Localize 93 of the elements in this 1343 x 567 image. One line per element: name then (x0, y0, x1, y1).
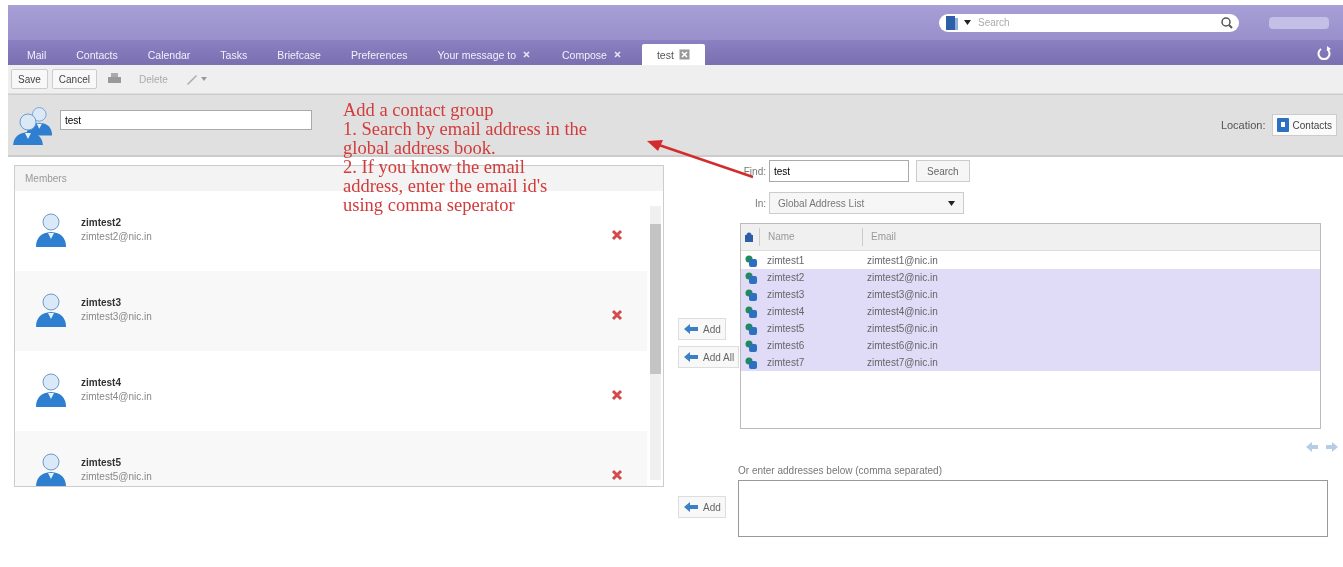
add-button[interactable]: Add (678, 318, 726, 340)
group-name-field[interactable]: test (60, 110, 312, 130)
remove-icon[interactable] (611, 309, 623, 321)
app-tab[interactable]: Mail (12, 44, 62, 65)
app-tab[interactable]: Calendar (132, 44, 206, 65)
app-tab[interactable]: Contacts (61, 44, 133, 65)
scrollbar-thumb[interactable] (650, 224, 661, 374)
table-cell-text: zimtest6 (766, 340, 806, 351)
table-cell-text: zimtest4@nic.in (866, 306, 938, 317)
person-icon (33, 371, 69, 407)
contact-icon (745, 305, 757, 318)
toolbar-button[interactable]: Save (11, 69, 48, 89)
app-tab[interactable]: Tasks (205, 44, 263, 65)
next-page-icon (1325, 441, 1339, 453)
table-cell-text: zimtest5 (766, 323, 806, 334)
scrollbar[interactable] (650, 206, 661, 480)
remove-icon[interactable] (611, 229, 623, 241)
person-icon (33, 211, 69, 247)
contact-type-icon (745, 232, 753, 242)
table-cell-text: zimtest4 (766, 306, 806, 317)
person-icon (33, 451, 69, 486)
people-icon (10, 105, 54, 145)
app-tab[interactable]: Preferences (335, 44, 423, 65)
table-cell-text: zimtest2 (766, 272, 806, 283)
result-row[interactable]: zimtest5 zimtest5@nic.in (741, 320, 1320, 337)
caret-icon (200, 77, 207, 81)
app-tab[interactable]: test (641, 44, 705, 65)
table-cell-text: zimtest6@nic.in (866, 340, 938, 351)
member-name: zimtest3 (81, 297, 122, 308)
toolbar-button[interactable]: Cancel (51, 69, 97, 89)
result-row[interactable]: zimtest2 zimtest2@nic.in (741, 269, 1320, 286)
table-cell-text: zimtest5@nic.in (866, 323, 938, 334)
result-row[interactable]: zimtest1 zimtest1@nic.in (741, 252, 1320, 269)
table-cell-text: zimtest1@nic.in (866, 255, 938, 266)
search-button[interactable]: Search (916, 160, 970, 182)
arrow-left-icon (683, 501, 699, 513)
member-name: zimtest4 (81, 377, 122, 388)
member-email: zimtest3@nic.in (81, 311, 153, 322)
annotation-step: 2. If you know the email address, enter the email id's using comma seperator (343, 158, 588, 215)
arrow-left-icon (683, 323, 699, 335)
printer-icon (107, 73, 121, 85)
remove-icon[interactable] (611, 389, 623, 401)
arrow-left-icon (683, 351, 699, 363)
contact-icon (745, 356, 757, 369)
annotation-title: Add a contact group (343, 101, 495, 120)
remove-icon[interactable] (611, 469, 623, 481)
table-cell-text: zimtest1 (766, 255, 806, 266)
caret-icon (964, 20, 971, 25)
table-cell-text: zimtest7 (766, 357, 806, 368)
contact-icon (745, 322, 757, 335)
search-input[interactable]: Search (976, 16, 1216, 29)
source-dropdown[interactable]: Global Address List (769, 192, 964, 214)
book-icon (945, 14, 959, 31)
address-book-icon (1276, 118, 1289, 132)
location-label: Location: (1220, 119, 1266, 131)
table-cell-text: zimtest2@nic.in (866, 272, 938, 283)
table-cell-text: zimtest3 (766, 289, 806, 300)
find-field[interactable]: test (769, 160, 909, 182)
contact-icon (745, 254, 757, 267)
result-row[interactable]: zimtest6 zimtest6@nic.in (741, 337, 1320, 354)
member-name: zimtest5 (81, 457, 122, 468)
column-header[interactable]: Email (862, 228, 896, 246)
redacted-block (1269, 16, 1329, 29)
previous-page-icon (1305, 441, 1319, 453)
app-tab[interactable]: Compose (547, 44, 638, 65)
add-button[interactable]: Add (678, 496, 726, 518)
contact-icon (745, 271, 757, 284)
contact-icon (745, 288, 757, 301)
table-cell-text: zimtest7@nic.in (866, 357, 938, 368)
in-label: In: (753, 197, 767, 209)
addresses-field[interactable] (738, 480, 1328, 537)
result-row[interactable]: zimtest3 zimtest3@nic.in (741, 286, 1320, 303)
search-icon (1221, 16, 1233, 29)
result-row[interactable]: zimtest4 zimtest4@nic.in (741, 303, 1320, 320)
search-field[interactable]: Search (939, 13, 1239, 32)
contact-icon (745, 339, 757, 352)
addresses-label: Or enter addresses below (comma separated) (738, 465, 943, 476)
member-email: zimtest5@nic.in (81, 471, 153, 482)
caret-icon (948, 200, 955, 206)
member-name: zimtest2 (81, 217, 122, 228)
person-icon (33, 291, 69, 327)
table-cell-text: zimtest3@nic.in (866, 289, 938, 300)
add-button[interactable]: Add All (678, 346, 740, 368)
member-email: zimtest4@nic.in (81, 391, 153, 402)
app-tab[interactable]: Your message to (422, 44, 547, 65)
app-tab[interactable]: Briefcase (262, 44, 336, 65)
annotation-step: 1. Search by email address in the global address book. (343, 120, 588, 158)
column-header[interactable]: Name (759, 228, 862, 246)
refresh-icon (1317, 45, 1331, 60)
location-button[interactable]: Contacts (1271, 114, 1337, 136)
member-email: zimtest2@nic.in (81, 231, 153, 242)
result-row[interactable]: zimtest7 zimtest7@nic.in (741, 354, 1320, 371)
find-label: Find: (742, 165, 767, 177)
